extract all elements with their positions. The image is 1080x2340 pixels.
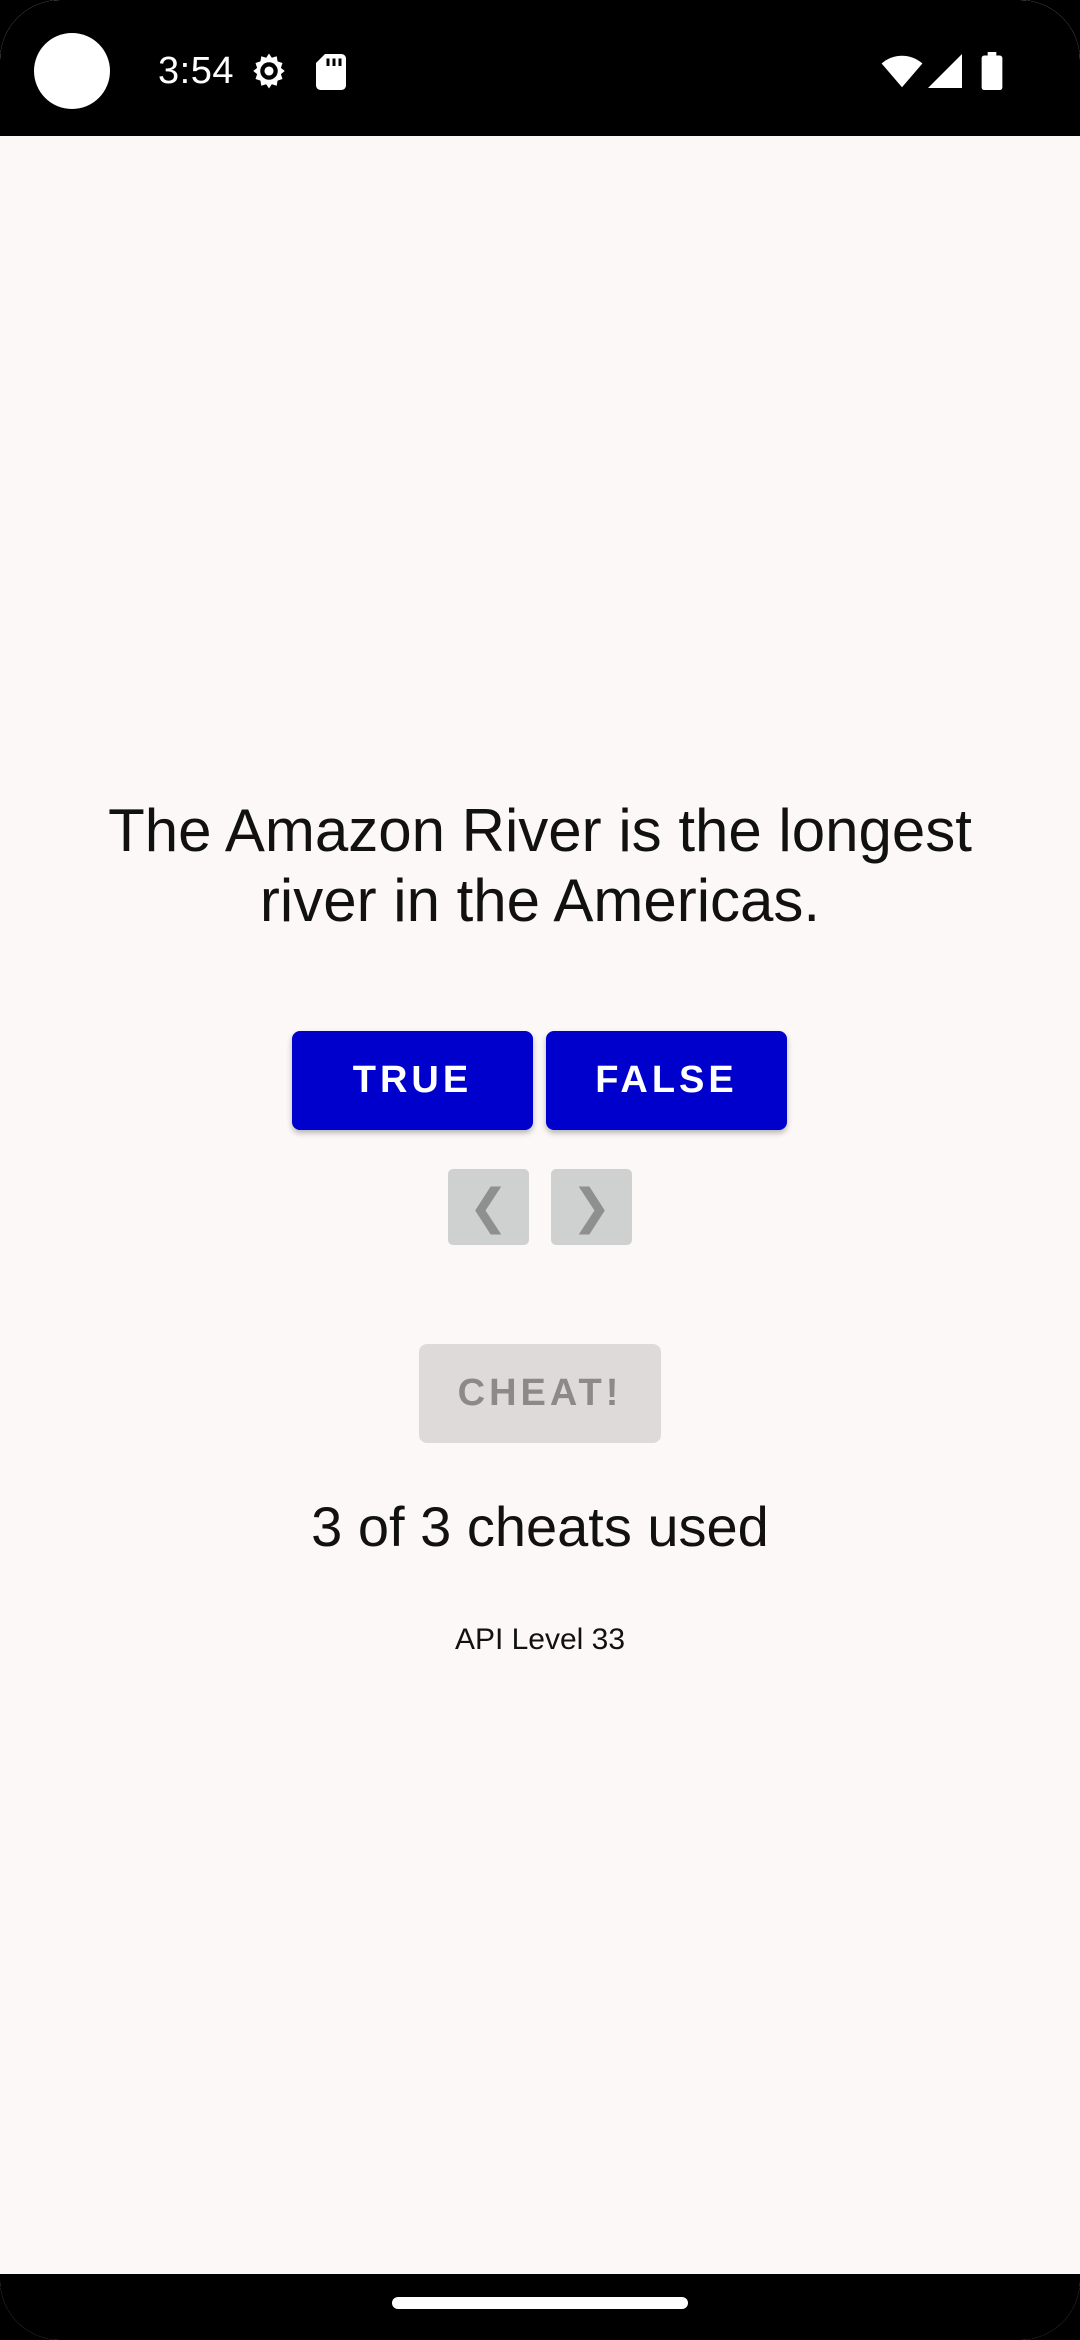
cheats-used-text: 3 of 3 cheats used: [311, 1495, 769, 1558]
status-bar: 3:54: [0, 0, 1080, 136]
phone-screen: 3:54 The Amazon River is the longest riv…: [0, 0, 1080, 2340]
cheat-button[interactable]: CHEAT!: [419, 1344, 661, 1443]
previous-button[interactable]: ❮: [448, 1169, 529, 1245]
wifi-icon: [881, 55, 923, 88]
navigation-bar: [0, 2274, 1080, 2340]
api-level-text: API Level 33: [454, 1623, 626, 1656]
question-text: The Amazon River is the longest river in…: [108, 797, 972, 934]
false-button[interactable]: FALSE: [546, 1031, 787, 1130]
next-button[interactable]: ❯: [551, 1169, 632, 1245]
sd-card-icon: [316, 54, 346, 90]
camera-cutout: [34, 33, 110, 109]
true-button[interactable]: TRUE: [292, 1031, 533, 1130]
battery-icon: [981, 52, 1003, 90]
home-gesture-handle[interactable]: [392, 2297, 688, 2309]
signal-icon: [928, 54, 962, 88]
status-time: 3:54: [158, 50, 234, 92]
gear-icon: [253, 53, 285, 89]
